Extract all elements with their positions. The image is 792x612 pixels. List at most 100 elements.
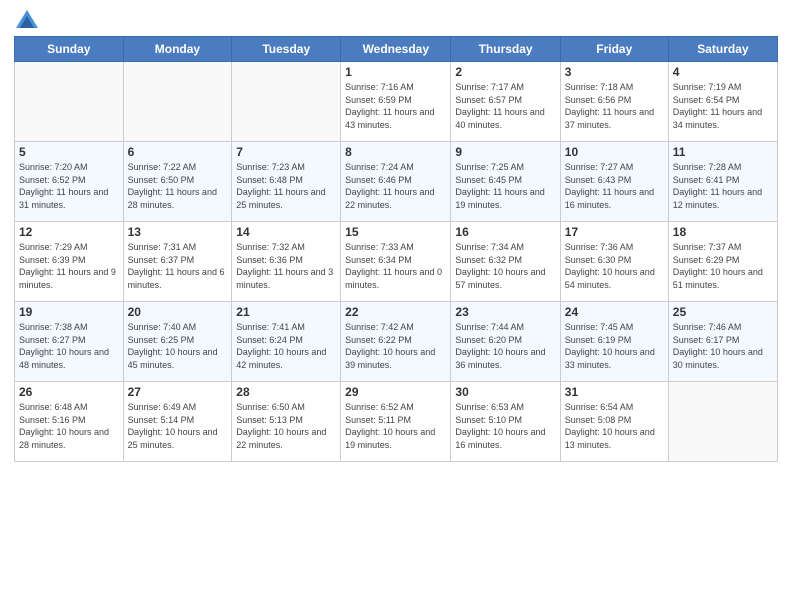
logo xyxy=(14,10,38,28)
day-info: Sunrise: 7:40 AM Sunset: 6:25 PM Dayligh… xyxy=(128,321,228,371)
calendar-cell: 11Sunrise: 7:28 AM Sunset: 6:41 PM Dayli… xyxy=(668,142,777,222)
day-number: 14 xyxy=(236,225,336,239)
day-info: Sunrise: 7:18 AM Sunset: 6:56 PM Dayligh… xyxy=(565,81,664,131)
weekday-header-wednesday: Wednesday xyxy=(341,37,451,62)
calendar-cell xyxy=(15,62,124,142)
week-row-2: 5 Sunrise: 7:20 AM Sunset: 6:52 PM Daylig… xyxy=(15,142,778,222)
calendar-cell: 30 Sunrise: 6:53 AM Sunset: 5:10 PM Dayli… xyxy=(451,382,560,462)
calendar-cell: 27 Sunrise: 6:49 AM Sunset: 5:14 PM Dayli… xyxy=(123,382,232,462)
day-number: 30 xyxy=(455,385,555,399)
calendar-cell: 29Sunrise: 6:52 AM Sunset: 5:11 PM Dayli… xyxy=(341,382,451,462)
calendar-cell: 18 Sunrise: 7:37 AM Sunset: 6:29 PM Dayli… xyxy=(668,222,777,302)
day-number: 20 xyxy=(128,305,228,319)
calendar-cell xyxy=(668,382,777,462)
day-info: Sunrise: 7:42 AM Sunset: 6:22 PM Dayligh… xyxy=(345,321,446,371)
day-info: Sunrise: 7:45 AM Sunset: 6:19 PM Dayligh… xyxy=(565,321,664,371)
calendar-cell: 13 Sunrise: 7:31 AM Sunset: 6:37 PM Dayli… xyxy=(123,222,232,302)
calendar-cell: 25Sunrise: 7:46 AM Sunset: 6:17 PM Dayli… xyxy=(668,302,777,382)
day-info: Sunrise: 7:16 AM Sunset: 6:59 PM Dayligh… xyxy=(345,81,446,131)
day-number: 7 xyxy=(236,145,336,159)
day-number: 21 xyxy=(236,305,336,319)
calendar-cell: 17 Sunrise: 7:36 AM Sunset: 6:30 PM Dayli… xyxy=(560,222,668,302)
day-number: 9 xyxy=(455,145,555,159)
day-info: Sunrise: 7:32 AM Sunset: 6:36 PM Dayligh… xyxy=(236,241,336,291)
calendar-cell: 1 Sunrise: 7:16 AM Sunset: 6:59 PM Daylig… xyxy=(341,62,451,142)
header xyxy=(14,10,778,28)
weekday-header-row: SundayMondayTuesdayWednesdayThursdayFrid… xyxy=(15,37,778,62)
calendar-cell: 2 Sunrise: 7:17 AM Sunset: 6:57 PM Daylig… xyxy=(451,62,560,142)
day-number: 25 xyxy=(673,305,773,319)
day-number: 6 xyxy=(128,145,228,159)
day-info: Sunrise: 6:49 AM Sunset: 5:14 PM Dayligh… xyxy=(128,401,228,451)
day-number: 3 xyxy=(565,65,664,79)
weekday-header-monday: Monday xyxy=(123,37,232,62)
day-info: Sunrise: 7:38 AM Sunset: 6:27 PM Dayligh… xyxy=(19,321,119,371)
day-number: 2 xyxy=(455,65,555,79)
day-number: 1 xyxy=(345,65,446,79)
calendar-cell: 26 Sunrise: 6:48 AM Sunset: 5:16 PM Dayli… xyxy=(15,382,124,462)
calendar-cell xyxy=(123,62,232,142)
week-row-5: 26 Sunrise: 6:48 AM Sunset: 5:16 PM Dayli… xyxy=(15,382,778,462)
day-info: Sunrise: 7:22 AM Sunset: 6:50 PM Dayligh… xyxy=(128,161,228,211)
day-number: 15 xyxy=(345,225,446,239)
calendar-cell: 5 Sunrise: 7:20 AM Sunset: 6:52 PM Daylig… xyxy=(15,142,124,222)
calendar-cell: 8Sunrise: 7:24 AM Sunset: 6:46 PM Daylig… xyxy=(341,142,451,222)
day-number: 22 xyxy=(345,305,446,319)
week-row-3: 12 Sunrise: 7:29 AM Sunset: 6:39 PM Dayli… xyxy=(15,222,778,302)
day-info: Sunrise: 7:25 AM Sunset: 6:45 PM Dayligh… xyxy=(455,161,555,211)
day-number: 18 xyxy=(673,225,773,239)
day-info: Sunrise: 6:50 AM Sunset: 5:13 PM Dayligh… xyxy=(236,401,336,451)
weekday-header-tuesday: Tuesday xyxy=(232,37,341,62)
weekday-header-thursday: Thursday xyxy=(451,37,560,62)
logo-icon xyxy=(16,10,38,28)
calendar-cell: 24 Sunrise: 7:45 AM Sunset: 6:19 PM Dayli… xyxy=(560,302,668,382)
calendar-cell: 9 Sunrise: 7:25 AM Sunset: 6:45 PM Daylig… xyxy=(451,142,560,222)
calendar-cell: 10 Sunrise: 7:27 AM Sunset: 6:43 PM Dayli… xyxy=(560,142,668,222)
calendar-cell: 14 Sunrise: 7:32 AM Sunset: 6:36 PM Dayli… xyxy=(232,222,341,302)
calendar-cell: 23 Sunrise: 7:44 AM Sunset: 6:20 PM Dayli… xyxy=(451,302,560,382)
page-container: SundayMondayTuesdayWednesdayThursdayFrid… xyxy=(0,0,792,612)
day-info: Sunrise: 6:48 AM Sunset: 5:16 PM Dayligh… xyxy=(19,401,119,451)
day-info: Sunrise: 6:54 AM Sunset: 5:08 PM Dayligh… xyxy=(565,401,664,451)
day-number: 26 xyxy=(19,385,119,399)
weekday-header-sunday: Sunday xyxy=(15,37,124,62)
week-row-1: 1 Sunrise: 7:16 AM Sunset: 6:59 PM Daylig… xyxy=(15,62,778,142)
calendar-cell: 19 Sunrise: 7:38 AM Sunset: 6:27 PM Dayli… xyxy=(15,302,124,382)
calendar-cell: 16Sunrise: 7:34 AM Sunset: 6:32 PM Dayli… xyxy=(451,222,560,302)
day-info: Sunrise: 7:23 AM Sunset: 6:48 PM Dayligh… xyxy=(236,161,336,211)
day-number: 16 xyxy=(455,225,555,239)
calendar-cell: 22 Sunrise: 7:42 AM Sunset: 6:22 PM Dayli… xyxy=(341,302,451,382)
day-info: Sunrise: 7:27 AM Sunset: 6:43 PM Dayligh… xyxy=(565,161,664,211)
day-number: 11 xyxy=(673,145,773,159)
day-number: 23 xyxy=(455,305,555,319)
day-number: 27 xyxy=(128,385,228,399)
day-info: Sunrise: 7:17 AM Sunset: 6:57 PM Dayligh… xyxy=(455,81,555,131)
day-number: 10 xyxy=(565,145,664,159)
day-number: 4 xyxy=(673,65,773,79)
day-info: Sunrise: 7:37 AM Sunset: 6:29 PM Dayligh… xyxy=(673,241,773,291)
day-info: Sunrise: 6:53 AM Sunset: 5:10 PM Dayligh… xyxy=(455,401,555,451)
day-number: 19 xyxy=(19,305,119,319)
day-info: Sunrise: 7:29 AM Sunset: 6:39 PM Dayligh… xyxy=(19,241,119,291)
calendar-table: SundayMondayTuesdayWednesdayThursdayFrid… xyxy=(14,36,778,462)
day-info: Sunrise: 7:24 AM Sunset: 6:46 PM Dayligh… xyxy=(345,161,446,211)
day-info: Sunrise: 7:41 AM Sunset: 6:24 PM Dayligh… xyxy=(236,321,336,371)
calendar-cell: 28 Sunrise: 6:50 AM Sunset: 5:13 PM Dayli… xyxy=(232,382,341,462)
day-number: 28 xyxy=(236,385,336,399)
calendar-cell: 3 Sunrise: 7:18 AM Sunset: 6:56 PM Daylig… xyxy=(560,62,668,142)
day-number: 17 xyxy=(565,225,664,239)
day-info: Sunrise: 7:44 AM Sunset: 6:20 PM Dayligh… xyxy=(455,321,555,371)
day-number: 31 xyxy=(565,385,664,399)
weekday-header-saturday: Saturday xyxy=(668,37,777,62)
calendar-cell: 31 Sunrise: 6:54 AM Sunset: 5:08 PM Dayli… xyxy=(560,382,668,462)
day-info: Sunrise: 7:19 AM Sunset: 6:54 PM Dayligh… xyxy=(673,81,773,131)
day-number: 5 xyxy=(19,145,119,159)
day-info: Sunrise: 7:36 AM Sunset: 6:30 PM Dayligh… xyxy=(565,241,664,291)
day-info: Sunrise: 7:20 AM Sunset: 6:52 PM Dayligh… xyxy=(19,161,119,211)
day-info: Sunrise: 7:31 AM Sunset: 6:37 PM Dayligh… xyxy=(128,241,228,291)
day-number: 24 xyxy=(565,305,664,319)
calendar-cell: 20 Sunrise: 7:40 AM Sunset: 6:25 PM Dayli… xyxy=(123,302,232,382)
day-number: 12 xyxy=(19,225,119,239)
day-number: 13 xyxy=(128,225,228,239)
calendar-cell: 7 Sunrise: 7:23 AM Sunset: 6:48 PM Daylig… xyxy=(232,142,341,222)
